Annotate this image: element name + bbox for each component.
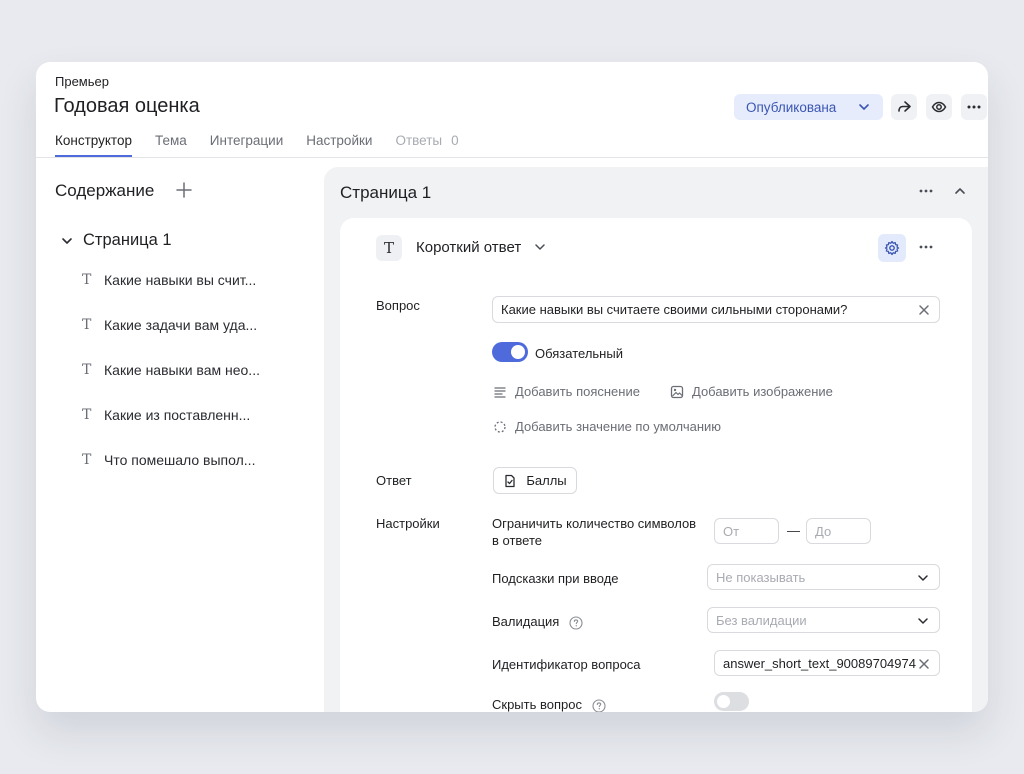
tab-answers-count: 0: [451, 133, 459, 148]
question-input[interactable]: Какие навыки вы считаете своими сильными…: [492, 296, 940, 323]
close-icon[interactable]: [917, 303, 931, 317]
plus-icon[interactable]: [175, 181, 193, 199]
question-card: T Короткий ответ Вопрос Какие навыки вы …: [340, 218, 972, 712]
add-image-link[interactable]: Добавить изображение: [670, 384, 833, 399]
sidebar-title: Содержание: [55, 181, 155, 200]
settings-label: Настройки: [376, 516, 440, 531]
add-default-link[interactable]: Добавить значение по умолчанию: [493, 419, 721, 434]
validation-row: Валидация: [492, 613, 583, 630]
question-settings-button[interactable]: [878, 234, 906, 262]
points-button-label: Баллы: [526, 473, 567, 488]
chevron-down-icon: [918, 575, 928, 581]
range-dash: —: [787, 523, 800, 538]
sidebar-question-label: Какие из поставленн...: [104, 407, 251, 423]
more-icon[interactable]: [918, 239, 934, 255]
hide-question-toggle[interactable]: [714, 692, 749, 711]
app-window: Премьер Годовая оценка Конструктор Тема …: [36, 62, 988, 712]
sidebar-question-label: Что помешало выпол...: [104, 452, 256, 468]
page-title: Страница 1: [340, 183, 432, 202]
text-type-icon: T: [82, 452, 92, 468]
add-hint-link[interactable]: Добавить пояснение: [493, 384, 640, 399]
chevron-down-icon: [918, 618, 928, 624]
limit-label: Ограничить количество символов в ответе: [492, 516, 697, 548]
suggest-value: Не показывать: [716, 569, 806, 585]
eye-icon: [931, 101, 947, 113]
add-default-label: Добавить значение по умолчанию: [515, 419, 722, 434]
question-input-value: Какие навыки вы считаете своими сильными…: [501, 302, 848, 317]
add-image-label: Добавить изображение: [692, 384, 833, 399]
document-check-icon: [505, 474, 516, 487]
required-toggle[interactable]: [492, 342, 528, 362]
points-button[interactable]: Баллы: [493, 467, 577, 494]
tab-answers-label: Ответы: [395, 133, 443, 148]
text-type-icon: T: [82, 362, 92, 378]
sidebar-question-item[interactable]: T Какие задачи вам уда...: [82, 317, 257, 333]
question-type-select[interactable]: Короткий ответ: [416, 239, 521, 256]
more-icon: [967, 105, 981, 109]
header: Премьер Годовая оценка Конструктор Тема …: [36, 62, 988, 158]
sidebar-question-item[interactable]: T Что помешало выпол...: [82, 452, 255, 468]
sidebar-question-label: Какие задачи вам уда...: [104, 317, 258, 333]
question-id-label: Идентификатор вопроса: [492, 657, 641, 672]
validation-select[interactable]: Без валидации: [707, 607, 940, 633]
status-select[interactable]: Опубликована: [734, 94, 883, 120]
image-icon: [670, 385, 684, 398]
answer-label: Ответ: [376, 473, 412, 488]
text-type-icon: T: [376, 235, 402, 261]
sidebar-question-item[interactable]: T Какие навыки вы счит...: [82, 272, 256, 288]
preview-button[interactable]: [926, 94, 952, 120]
hide-question-label: Скрыть вопрос: [492, 697, 582, 712]
sidebar-page-node[interactable]: Страница 1: [60, 231, 172, 250]
suggest-label: Подсказки при вводе: [492, 571, 619, 586]
text-type-icon: T: [82, 407, 92, 423]
sidebar-page-label: Страница 1: [83, 231, 172, 249]
help-icon[interactable]: [569, 616, 583, 630]
add-hint-label: Добавить пояснение: [515, 384, 640, 399]
more-icon[interactable]: [918, 183, 934, 199]
required-label: Обязательный: [535, 346, 623, 361]
gear-icon: [884, 240, 900, 256]
chevron-up-icon[interactable]: [952, 183, 968, 199]
tab-constructor[interactable]: Конструктор: [55, 133, 132, 157]
suggest-select[interactable]: Не показывать: [707, 564, 940, 590]
limit-to-input[interactable]: До: [806, 518, 871, 544]
chevron-down-icon: [62, 237, 72, 244]
validation-label: Валидация: [492, 614, 560, 629]
sidebar-question-label: Какие навыки вам нео...: [104, 362, 260, 378]
sidebar-question-label: Какие навыки вы счит...: [104, 272, 257, 288]
chevron-down-icon: [859, 104, 869, 110]
tab-answers[interactable]: Ответы 0: [395, 133, 458, 157]
form-title: Годовая оценка: [54, 95, 200, 117]
validation-value: Без валидации: [716, 612, 807, 628]
status-value: Опубликована: [746, 99, 837, 115]
hide-question-row: Скрыть вопрос: [492, 696, 606, 712]
share-icon: [898, 101, 911, 112]
sidebar-question-item[interactable]: T Какие навыки вам нео...: [82, 362, 260, 378]
limit-from-input[interactable]: От: [714, 518, 779, 544]
question-label: Вопрос: [376, 298, 420, 313]
content-sidebar: Содержание Страница 1 T Какие навыки вы …: [36, 159, 324, 712]
tab-integrations[interactable]: Интеграции: [210, 133, 283, 157]
tab-settings[interactable]: Настройки: [306, 133, 372, 157]
chevron-down-icon[interactable]: [533, 240, 547, 254]
text-type-icon: T: [82, 272, 92, 288]
page-editor: Страница 1 T Короткий ответ Вопрос Какие…: [324, 167, 988, 712]
question-id-value: answer_short_text_90089704974: [723, 655, 916, 671]
close-icon[interactable]: [917, 657, 931, 671]
help-icon[interactable]: [592, 699, 606, 712]
org-name: Премьер: [55, 74, 109, 89]
more-button[interactable]: [961, 94, 987, 120]
text-type-icon: T: [82, 317, 92, 333]
tab-bar: Конструктор Тема Интеграции Настройки От…: [55, 133, 482, 157]
share-button[interactable]: [891, 94, 917, 120]
tab-theme[interactable]: Тема: [155, 133, 187, 157]
sidebar-question-item[interactable]: T Какие из поставленн...: [82, 407, 250, 423]
text-lines-icon: [494, 386, 506, 398]
dashed-circle-icon: [494, 420, 506, 433]
question-id-input[interactable]: answer_short_text_90089704974: [714, 650, 940, 676]
